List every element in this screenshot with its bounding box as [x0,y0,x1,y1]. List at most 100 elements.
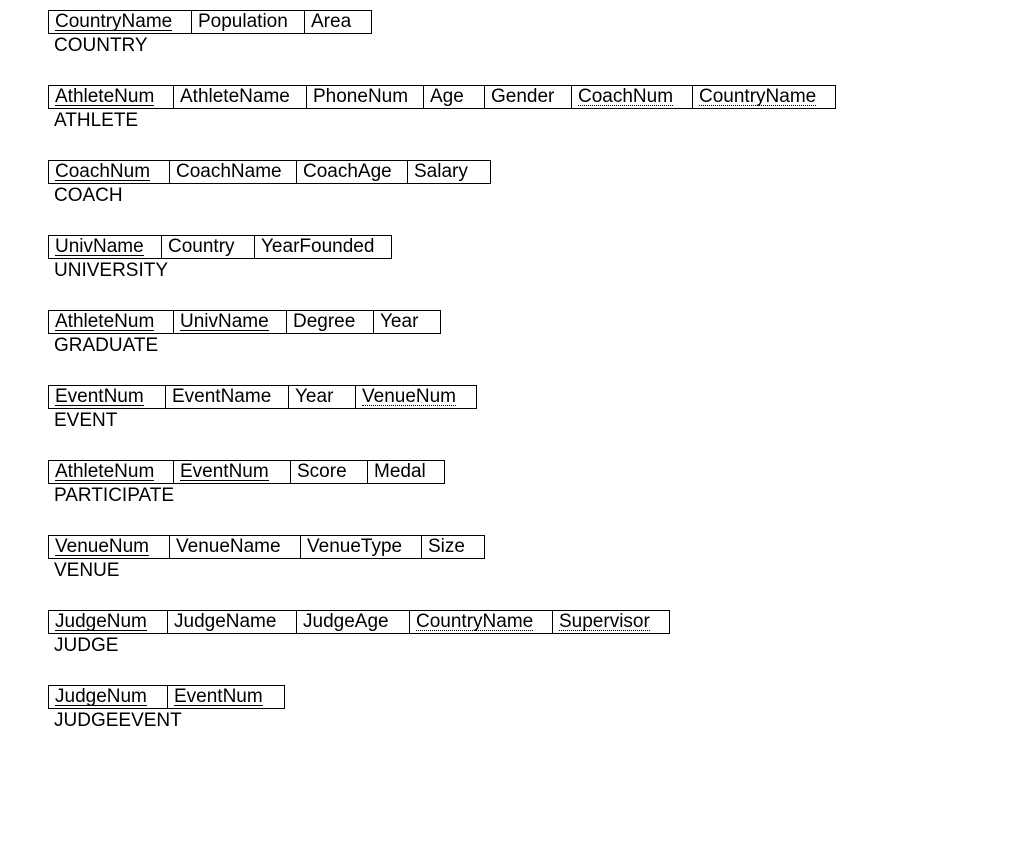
attribute-label: CoachNum [55,161,150,183]
attribute-cell: EventNum [174,461,291,484]
attribute-cell: CoachNum [49,161,170,184]
attribute-label: JudgeNum [55,686,147,708]
attribute-cell: CountryName [693,86,836,109]
schema-diagram: CountryName Population Area COUNTRY AthleteN… [48,10,1024,732]
attribute-row: VenueNum VenueName VenueType Size [48,535,485,559]
attribute-cell: VenueName [170,536,301,559]
attribute-cell: JudgeName [168,611,297,634]
relation-name: UNIVERSITY [48,260,1024,282]
relation-name: EVENT [48,410,1024,432]
attribute-label: VenueNum [362,386,456,408]
relation-name: GRADUATE [48,335,1024,357]
relation-name: PARTICIPATE [48,485,1024,507]
attribute-row: AthleteNumEventNum Score Medal [48,460,445,484]
attribute-label: VenueName [176,536,281,557]
attribute-row: CoachNum CoachName CoachAge Salary [48,160,491,184]
relation-venue: VenueNum VenueName VenueType Size VENUE [48,535,1024,582]
relation-name: ATHLETE [48,110,1024,132]
relation-university: UnivName Country YearFounded UNIVERSITY [48,235,1024,282]
attribute-cell: Year [374,311,441,334]
attribute-label: AthleteNum [55,86,154,108]
attribute-label: EventNum [174,686,263,708]
attribute-label: Supervisor [559,611,650,633]
attribute-label: EventName [172,386,271,407]
attribute-row: JudgeNum JudgeName JudgeAge CountryName Supe… [48,610,670,634]
attribute-cell: AthleteNum [49,86,174,109]
attribute-cell: CoachNum [572,86,693,109]
attribute-cell: Degree [287,311,374,334]
attribute-label: Degree [293,311,355,332]
attribute-label: PhoneNum [313,86,408,107]
attribute-label: Size [428,536,465,557]
attribute-label: Score [297,461,347,482]
attribute-row: UnivName Country YearFounded [48,235,392,259]
attribute-cell: UnivName [49,236,162,259]
attribute-label: CoachNum [578,86,673,108]
attribute-cell: EventNum [49,386,166,409]
relation-country: CountryName Population Area COUNTRY [48,10,1024,57]
attribute-label: CoachAge [303,161,392,182]
attribute-label: Gender [491,86,554,107]
attribute-cell: Area [305,11,372,34]
attribute-label: JudgeAge [303,611,389,632]
attribute-row: JudgeNum EventNum [48,685,285,709]
attribute-row: AthleteNum AthleteName PhoneNum Age Gender Co… [48,85,836,109]
attribute-cell: Year [289,386,356,409]
attribute-cell: AthleteNum [49,311,174,334]
attribute-cell: JudgeNum [49,686,168,709]
relation-athlete: AthleteNum AthleteName PhoneNum Age Gender Co… [48,85,1024,132]
relation-participate: AthleteNumEventNum Score Medal PARTICIPATE [48,460,1024,507]
attribute-cell: Age [424,86,485,109]
relation-coach: CoachNum CoachName CoachAge Salary COACH [48,160,1024,207]
relation-name: JUDGE [48,635,1024,657]
attribute-label: UnivName [180,311,269,333]
attribute-cell: PhoneNum [307,86,424,109]
relation-judgeevent: JudgeNum EventNumJUDGEEVENT [48,685,1024,732]
attribute-cell: Score [291,461,368,484]
attribute-row: CountryName Population Area [48,10,372,34]
attribute-cell: AthleteNum [49,461,174,484]
attribute-label: VenueType [307,536,402,557]
attribute-label: CountryName [55,11,172,33]
attribute-cell: CoachAge [297,161,408,184]
relation-name: COACH [48,185,1024,207]
relation-name: COUNTRY [48,35,1024,57]
attribute-row: AthleteNum UnivName Degree Year [48,310,441,334]
attribute-label: Population [198,11,288,32]
attribute-label: EventNum [55,386,144,408]
attribute-cell: Country [162,236,255,259]
attribute-cell: VenueNum [49,536,170,559]
attribute-label: AthleteName [180,86,290,107]
attribute-label: JudgeName [174,611,276,632]
attribute-cell: CoachName [170,161,297,184]
attribute-cell: EventName [166,386,289,409]
attribute-row: EventNum EventName Year VenueNum [48,385,477,409]
attribute-cell: Gender [485,86,572,109]
attribute-cell: UnivName [174,311,287,334]
attribute-label: CoachName [176,161,282,182]
relation-name: JUDGEEVENT [48,710,1024,732]
relation-name: VENUE [48,560,1024,582]
attribute-cell: Supervisor [553,611,670,634]
attribute-cell: Size [422,536,485,559]
relation-event: EventNum EventName Year VenueNumEVENT [48,385,1024,432]
attribute-cell: Population [192,11,305,34]
relation-graduate: AthleteNum UnivName Degree Year GRADUATE [48,310,1024,357]
attribute-label: Age [430,86,464,107]
attribute-label: Salary [414,161,468,182]
attribute-label: CountryName [699,86,816,108]
attribute-label: Year [295,386,333,407]
attribute-label: CountryName [416,611,533,633]
attribute-label: Country [168,236,235,257]
attribute-cell: VenueType [301,536,422,559]
attribute-cell: JudgeNum [49,611,168,634]
attribute-cell: Medal [368,461,445,484]
attribute-label: UnivName [55,236,144,258]
attribute-label: YearFounded [261,236,374,257]
attribute-label: Year [380,311,418,332]
attribute-cell: Salary [408,161,491,184]
attribute-cell: JudgeAge [297,611,410,634]
attribute-label: Area [311,11,351,32]
attribute-label: AthleteNum [55,311,154,333]
attribute-label: Medal [374,461,426,482]
